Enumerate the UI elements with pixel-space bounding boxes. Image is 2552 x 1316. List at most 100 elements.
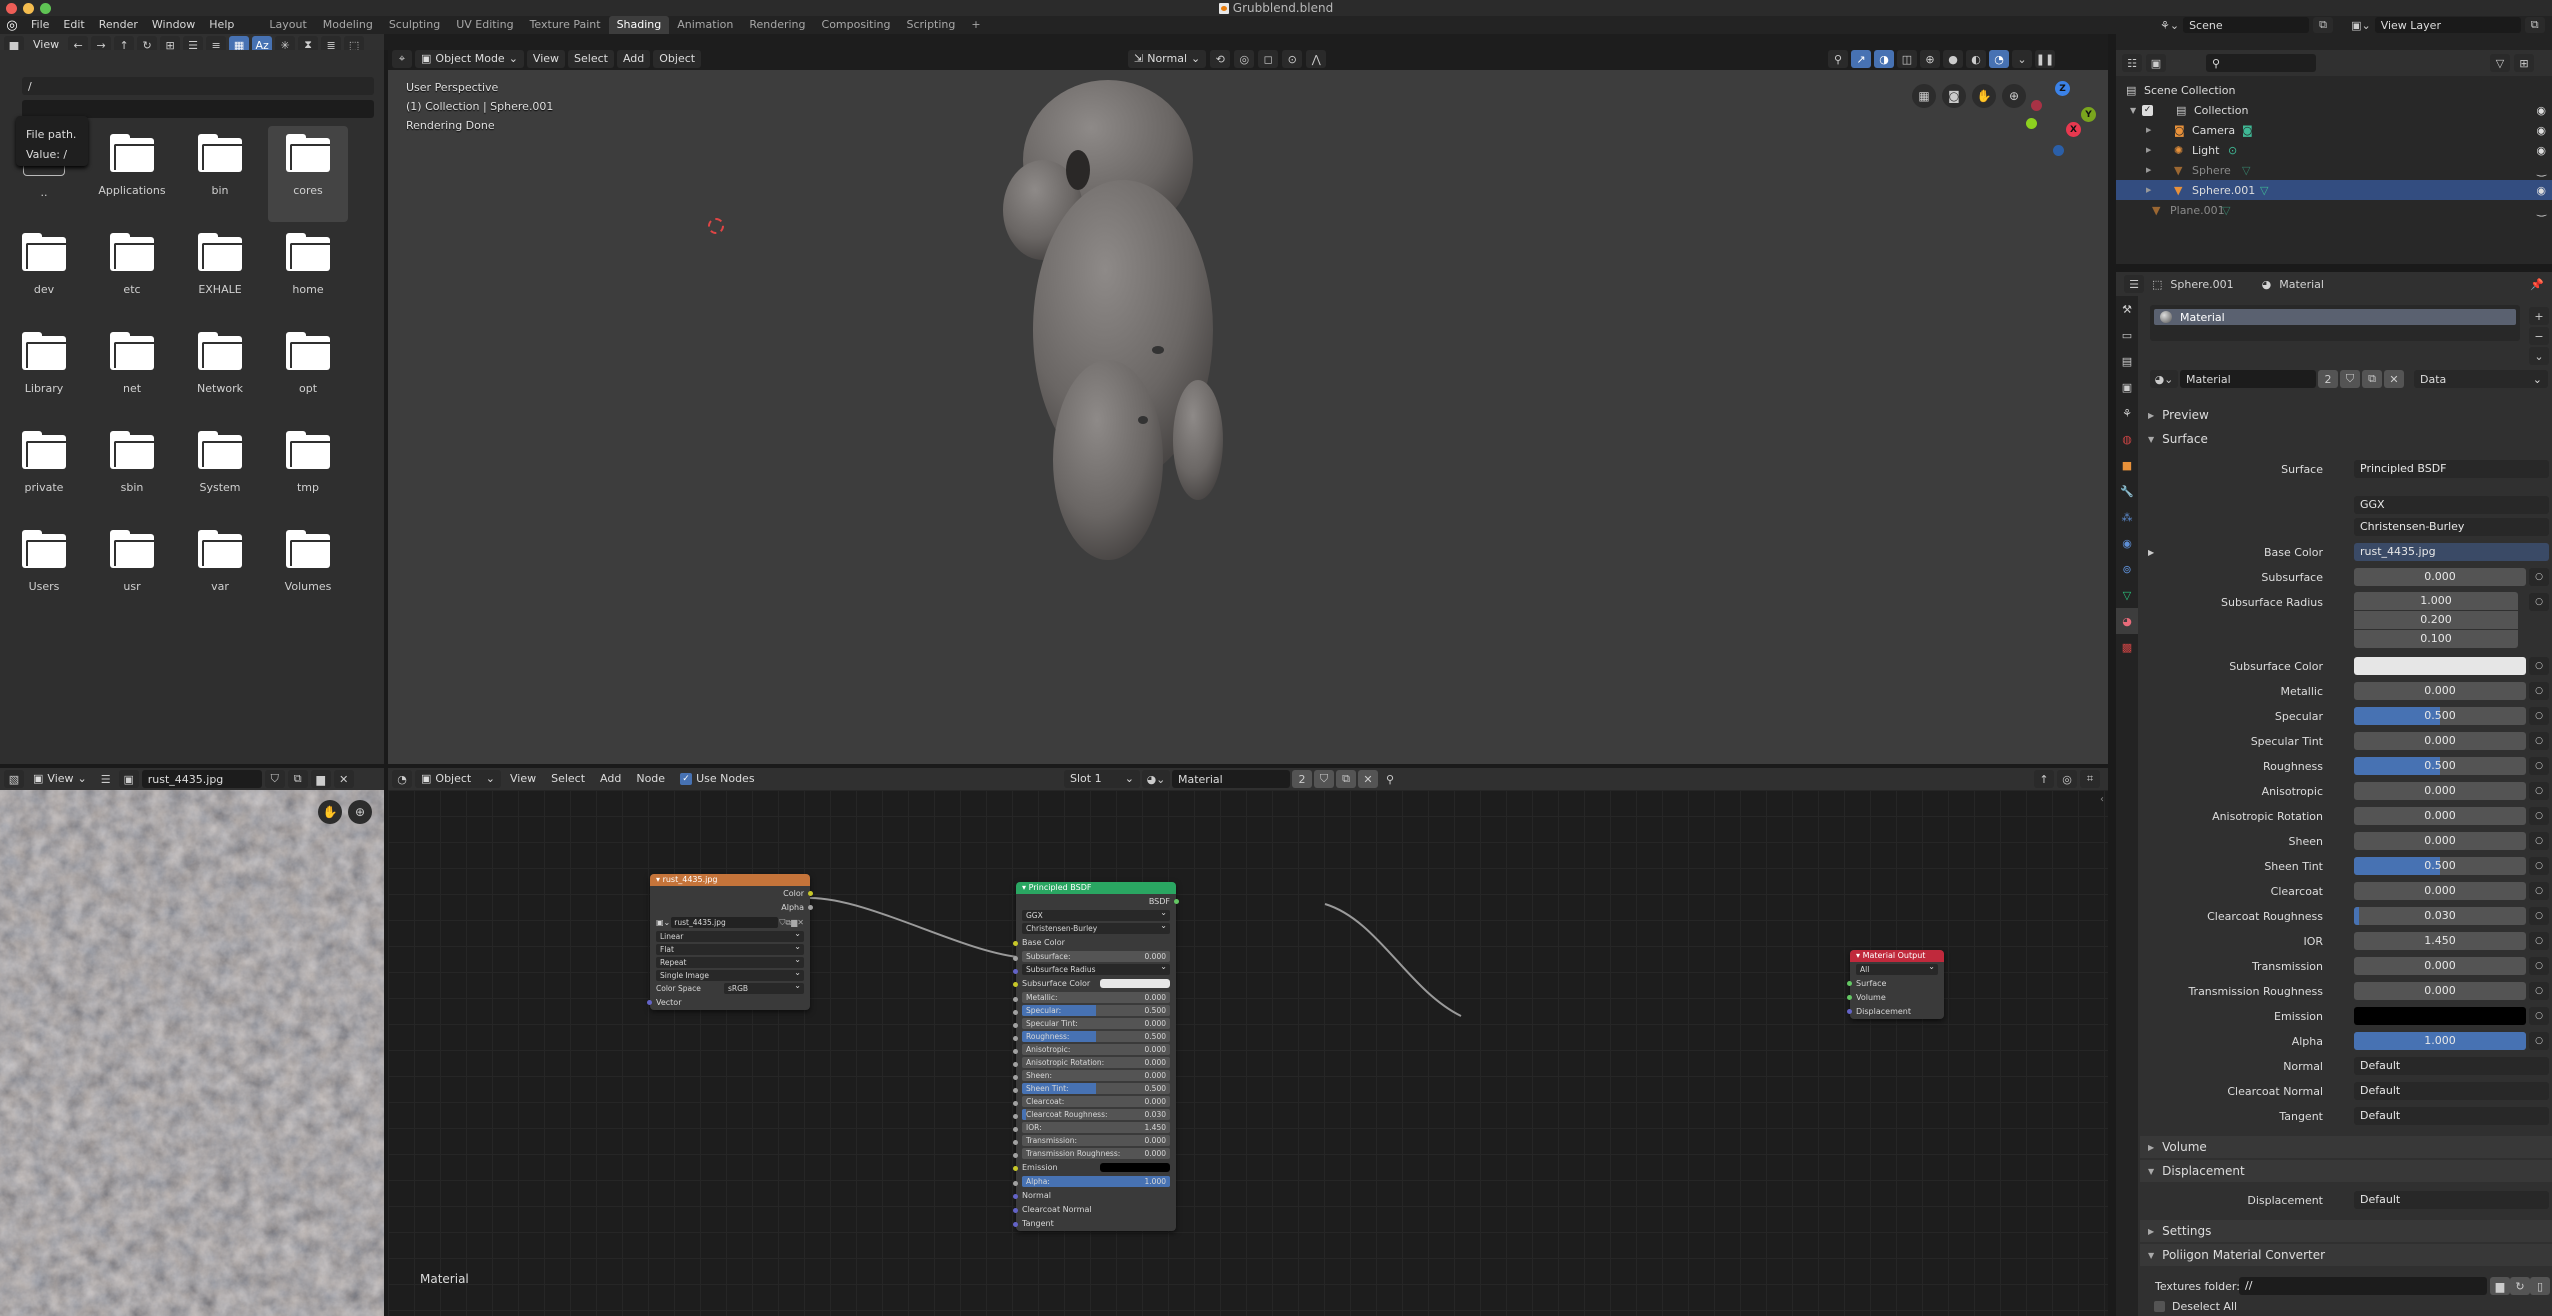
outliner-row[interactable]: ▶ ◙ Camera ◙ ◉ [2116,120,2552,140]
clearcoat-roughness-slider[interactable]: 0.030 [2354,907,2526,925]
bsdf-input-slider[interactable]: Anisotropic: 0.000 [1022,1044,1170,1055]
node-material-field[interactable]: Material [1172,770,1290,788]
tab-material-icon[interactable]: ◕ [2116,608,2138,634]
add-workspace-button[interactable]: + [963,16,988,34]
image-editor-view-dropdown[interactable]: ▣ View ⌄ [27,770,93,788]
folder-item[interactable]: bin [180,134,260,197]
surface-shader-field[interactable]: Principled BSDF [2354,460,2549,478]
bsdf-subsurface-method-dropdown[interactable]: Christensen-Burley [1022,920,1170,934]
socket[interactable] [1013,1114,1018,1119]
browse-material-icon[interactable]: ◕⌄ [1142,770,1170,788]
folder-item[interactable]: usr [92,530,172,593]
socket[interactable] [1013,1208,1018,1213]
unlink-material-icon[interactable]: ✕ [1358,770,1378,788]
tangent-field[interactable]: Default [2354,1107,2549,1125]
link-socket-icon[interactable]: ○ [2529,1007,2549,1025]
outliner-row[interactable]: ▶ ▼ Sphere ▽ ‿ [2116,160,2552,180]
material-slot-item[interactable]: Material [2154,309,2516,325]
transform-orientation-dropdown[interactable]: ⇲ Normal ⌄ [1128,50,1207,68]
tab-view-layer-icon[interactable]: ▣ [2116,374,2138,400]
folder-item[interactable]: opt [268,332,348,395]
unlink-image-icon[interactable]: ✕ [333,770,354,788]
image-texture-node[interactable]: ▾ rust_4435.jpg Color Alpha ▣⌄ rust_4435… [647,874,813,1010]
socket[interactable] [1013,1181,1018,1186]
link-socket-icon[interactable]: ○ [2529,757,2549,775]
specular-tint-slider[interactable]: 0.000 [2354,732,2526,750]
roughness-slider[interactable]: 0.500 [2354,757,2526,775]
tab-constraints-icon[interactable]: ⊚ [2116,556,2138,582]
tab-sculpting[interactable]: Sculpting [381,16,448,34]
directory-path-field[interactable]: / [22,77,374,95]
bsdf-color-swatch[interactable] [1100,1163,1170,1172]
viewport-view-menu[interactable]: View [526,50,566,68]
link-socket-icon[interactable]: ○ [2529,657,2549,675]
pin-icon[interactable]: ⚲ [1380,770,1400,788]
viewport-object-menu[interactable]: Object [653,50,702,68]
blender-logo-icon[interactable]: ◎ [0,18,24,33]
alpha-slider[interactable]: 1.000 [2354,1032,2526,1050]
editor-type-node-icon[interactable]: ◔ [392,770,412,788]
pan-view-icon[interactable]: ✋ [1972,84,1996,108]
tab-shading[interactable]: Shading [608,16,670,34]
folder-item[interactable]: System [180,431,260,494]
3d-viewport[interactable]: User Perspective (1) Collection | Sphere… [388,70,2108,764]
socket[interactable] [1013,1075,1018,1080]
image-node-header[interactable]: ▾ rust_4435.jpg [650,874,810,886]
eye-open-icon[interactable]: ◉ [2536,104,2546,117]
menu-render[interactable]: Render [92,16,145,34]
bsdf-node-header[interactable]: ▾ Principled BSDF [1016,882,1176,894]
mesh-data-icon[interactable]: ▽ [2260,184,2268,197]
viewport-select-menu[interactable]: Select [568,50,614,68]
axis-x[interactable]: X [2066,122,2081,137]
link-socket-icon[interactable]: ○ [2529,982,2549,1000]
outliner-row[interactable]: ▤ Scene Collection [2116,80,2552,100]
sheen-tint-slider[interactable]: 0.500 [2354,857,2526,875]
duplicate-material-icon[interactable]: ⧉ [2362,370,2382,388]
bsdf-input-dropdown[interactable]: Subsurface Radius [1022,961,1170,975]
browse-material-icon[interactable]: ◕⌄ [2150,370,2178,388]
color-space-dropdown[interactable]: sRGB [724,980,804,994]
folder-item[interactable]: Network [180,332,260,395]
socket[interactable] [1013,1194,1018,1199]
pan-view-icon[interactable]: ✋ [318,800,342,824]
view-layer-filter-icon[interactable]: ▣ [2146,54,2166,72]
bsdf-input-slider[interactable]: Clearcoat: 0.000 [1022,1096,1170,1107]
socket[interactable] [1013,1010,1018,1015]
node-image-actions-icon[interactable]: ⛉⧉▆✕ [779,918,804,928]
menu-file[interactable]: File [24,16,56,34]
maximize-window-button[interactable] [40,3,51,14]
subsurface-radius-2[interactable]: 0.100 [2354,630,2518,648]
object-mode-dropdown[interactable]: ▣ Object Mode ⌄ [415,50,524,68]
socket[interactable] [1013,956,1018,961]
socket[interactable] [1174,899,1179,904]
zoom-view-icon[interactable]: ⊕ [348,800,372,824]
object-visibility-icon[interactable]: ⚲ [1828,50,1848,68]
eye-open-icon[interactable]: ◉ [2536,184,2546,197]
fake-user-icon[interactable]: ⛉ [2340,370,2360,388]
tab-physics-icon[interactable]: ◉ [2116,530,2138,556]
folder-item[interactable]: dev [4,233,84,296]
socket[interactable] [1013,1166,1018,1171]
socket[interactable] [1847,995,1852,1000]
node-user-count[interactable]: 2 [1292,770,1312,788]
scene-icon[interactable]: ⚘⌄ [2160,19,2179,32]
slot-dropdown[interactable]: Slot 1 ⌄ [1064,770,1140,788]
image-editor[interactable]: ✋ ⊕ [0,790,384,1316]
add-slot-button[interactable]: + [2529,307,2549,325]
axis-neg-x[interactable] [2031,100,2042,111]
section-settings[interactable]: ▶ Settings [2140,1220,2552,1242]
folder-item[interactable]: sbin [92,431,172,494]
folder-item[interactable]: Library [4,332,84,395]
bsdf-input-slider[interactable]: Alpha: 1.000 [1022,1176,1170,1187]
axis-neg-z[interactable] [2053,145,2064,156]
socket[interactable] [1013,1222,1018,1227]
material-output-node[interactable]: ▾ Material Output All Surface Volume Dis… [1847,950,1944,1019]
display-mode-icon[interactable]: ☷ [2122,54,2142,72]
section-displacement[interactable]: ▼ Displacement [2140,1160,2552,1182]
tab-rendering[interactable]: Rendering [741,16,813,34]
axis-y[interactable]: Y [2081,107,2096,122]
hamburger-menu-icon[interactable]: ☰ [96,770,116,788]
link-socket-icon[interactable]: ○ [2529,1032,2549,1050]
folder-item[interactable]: Volumes [268,530,348,593]
menu-window[interactable]: Window [145,16,202,34]
